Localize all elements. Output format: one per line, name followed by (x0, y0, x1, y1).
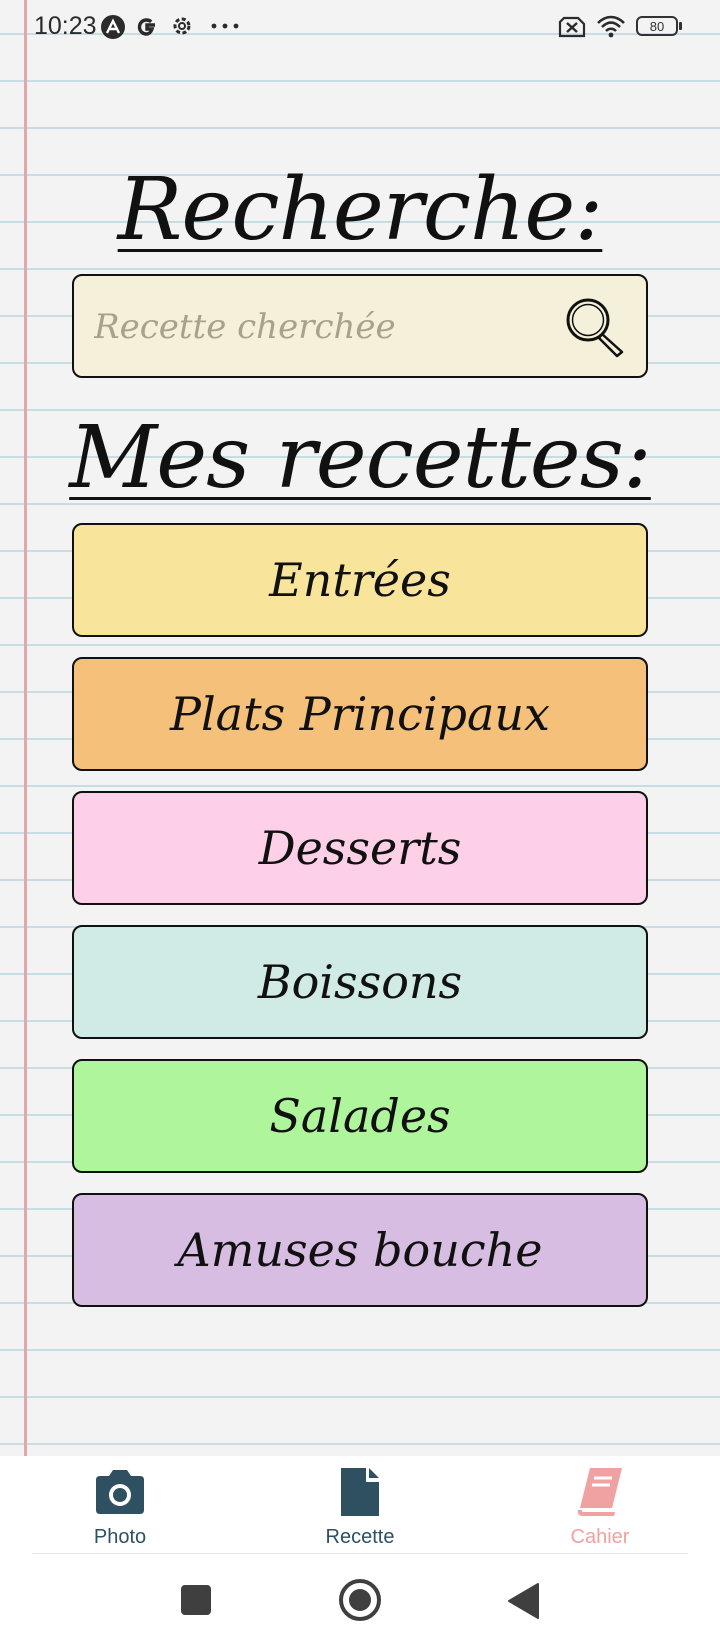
google-icon (137, 18, 155, 36)
status-time: 10:23 (34, 12, 97, 40)
home-circle-icon[interactable] (338, 1578, 382, 1622)
category-label: Boissons (257, 955, 463, 1009)
search-magnifier-icon[interactable] (562, 294, 628, 360)
book-icon (577, 1468, 622, 1516)
search-heading: Recherche: (117, 160, 604, 260)
nav-tab-recette[interactable]: Recette (280, 1464, 440, 1550)
category-amuses-bouche-button[interactable]: Amuses bouche (72, 1193, 648, 1307)
more-dots-icon (211, 23, 239, 29)
nav-tab-photo[interactable]: Photo (40, 1464, 200, 1550)
category-salades-button[interactable]: Salades (72, 1059, 648, 1173)
battery-indicator: 80 (636, 16, 682, 36)
category-boissons-button[interactable]: Boissons (72, 925, 648, 1039)
back-triangle-icon[interactable] (506, 1582, 540, 1620)
nav-label: Cahier (570, 1526, 630, 1548)
category-entrees-button[interactable]: Entrées (72, 523, 648, 637)
nav-label: Photo (93, 1526, 147, 1548)
category-plats-principaux-button[interactable]: Plats Principaux (72, 657, 648, 771)
battery-level: 80 (649, 18, 665, 34)
settings-gear-icon (173, 17, 191, 35)
camera-icon (96, 1470, 144, 1514)
status-bar: 10:23 80 (0, 0, 720, 56)
search-box (72, 274, 648, 378)
no-sim-icon (558, 16, 586, 38)
category-label: Plats Principaux (170, 687, 550, 741)
file-icon (341, 1468, 379, 1516)
category-label: Amuses bouche (177, 1223, 543, 1277)
category-label: Salades (269, 1089, 451, 1143)
system-nav-bar (0, 1554, 720, 1650)
category-label: Entrées (269, 553, 451, 607)
recipes-heading: Mes recettes: (69, 408, 652, 508)
nav-tab-cahier[interactable]: Cahier (520, 1464, 680, 1550)
search-input[interactable] (92, 276, 566, 378)
nav-label: Recette (325, 1526, 395, 1548)
wifi-icon (597, 15, 625, 38)
bottom-nav-bar: Photo Recette Cahier (0, 1456, 720, 1554)
category-desserts-button[interactable]: Desserts (72, 791, 648, 905)
recents-square-icon[interactable] (180, 1584, 212, 1616)
category-label: Desserts (258, 821, 462, 875)
vpn-logo-icon (101, 15, 125, 39)
